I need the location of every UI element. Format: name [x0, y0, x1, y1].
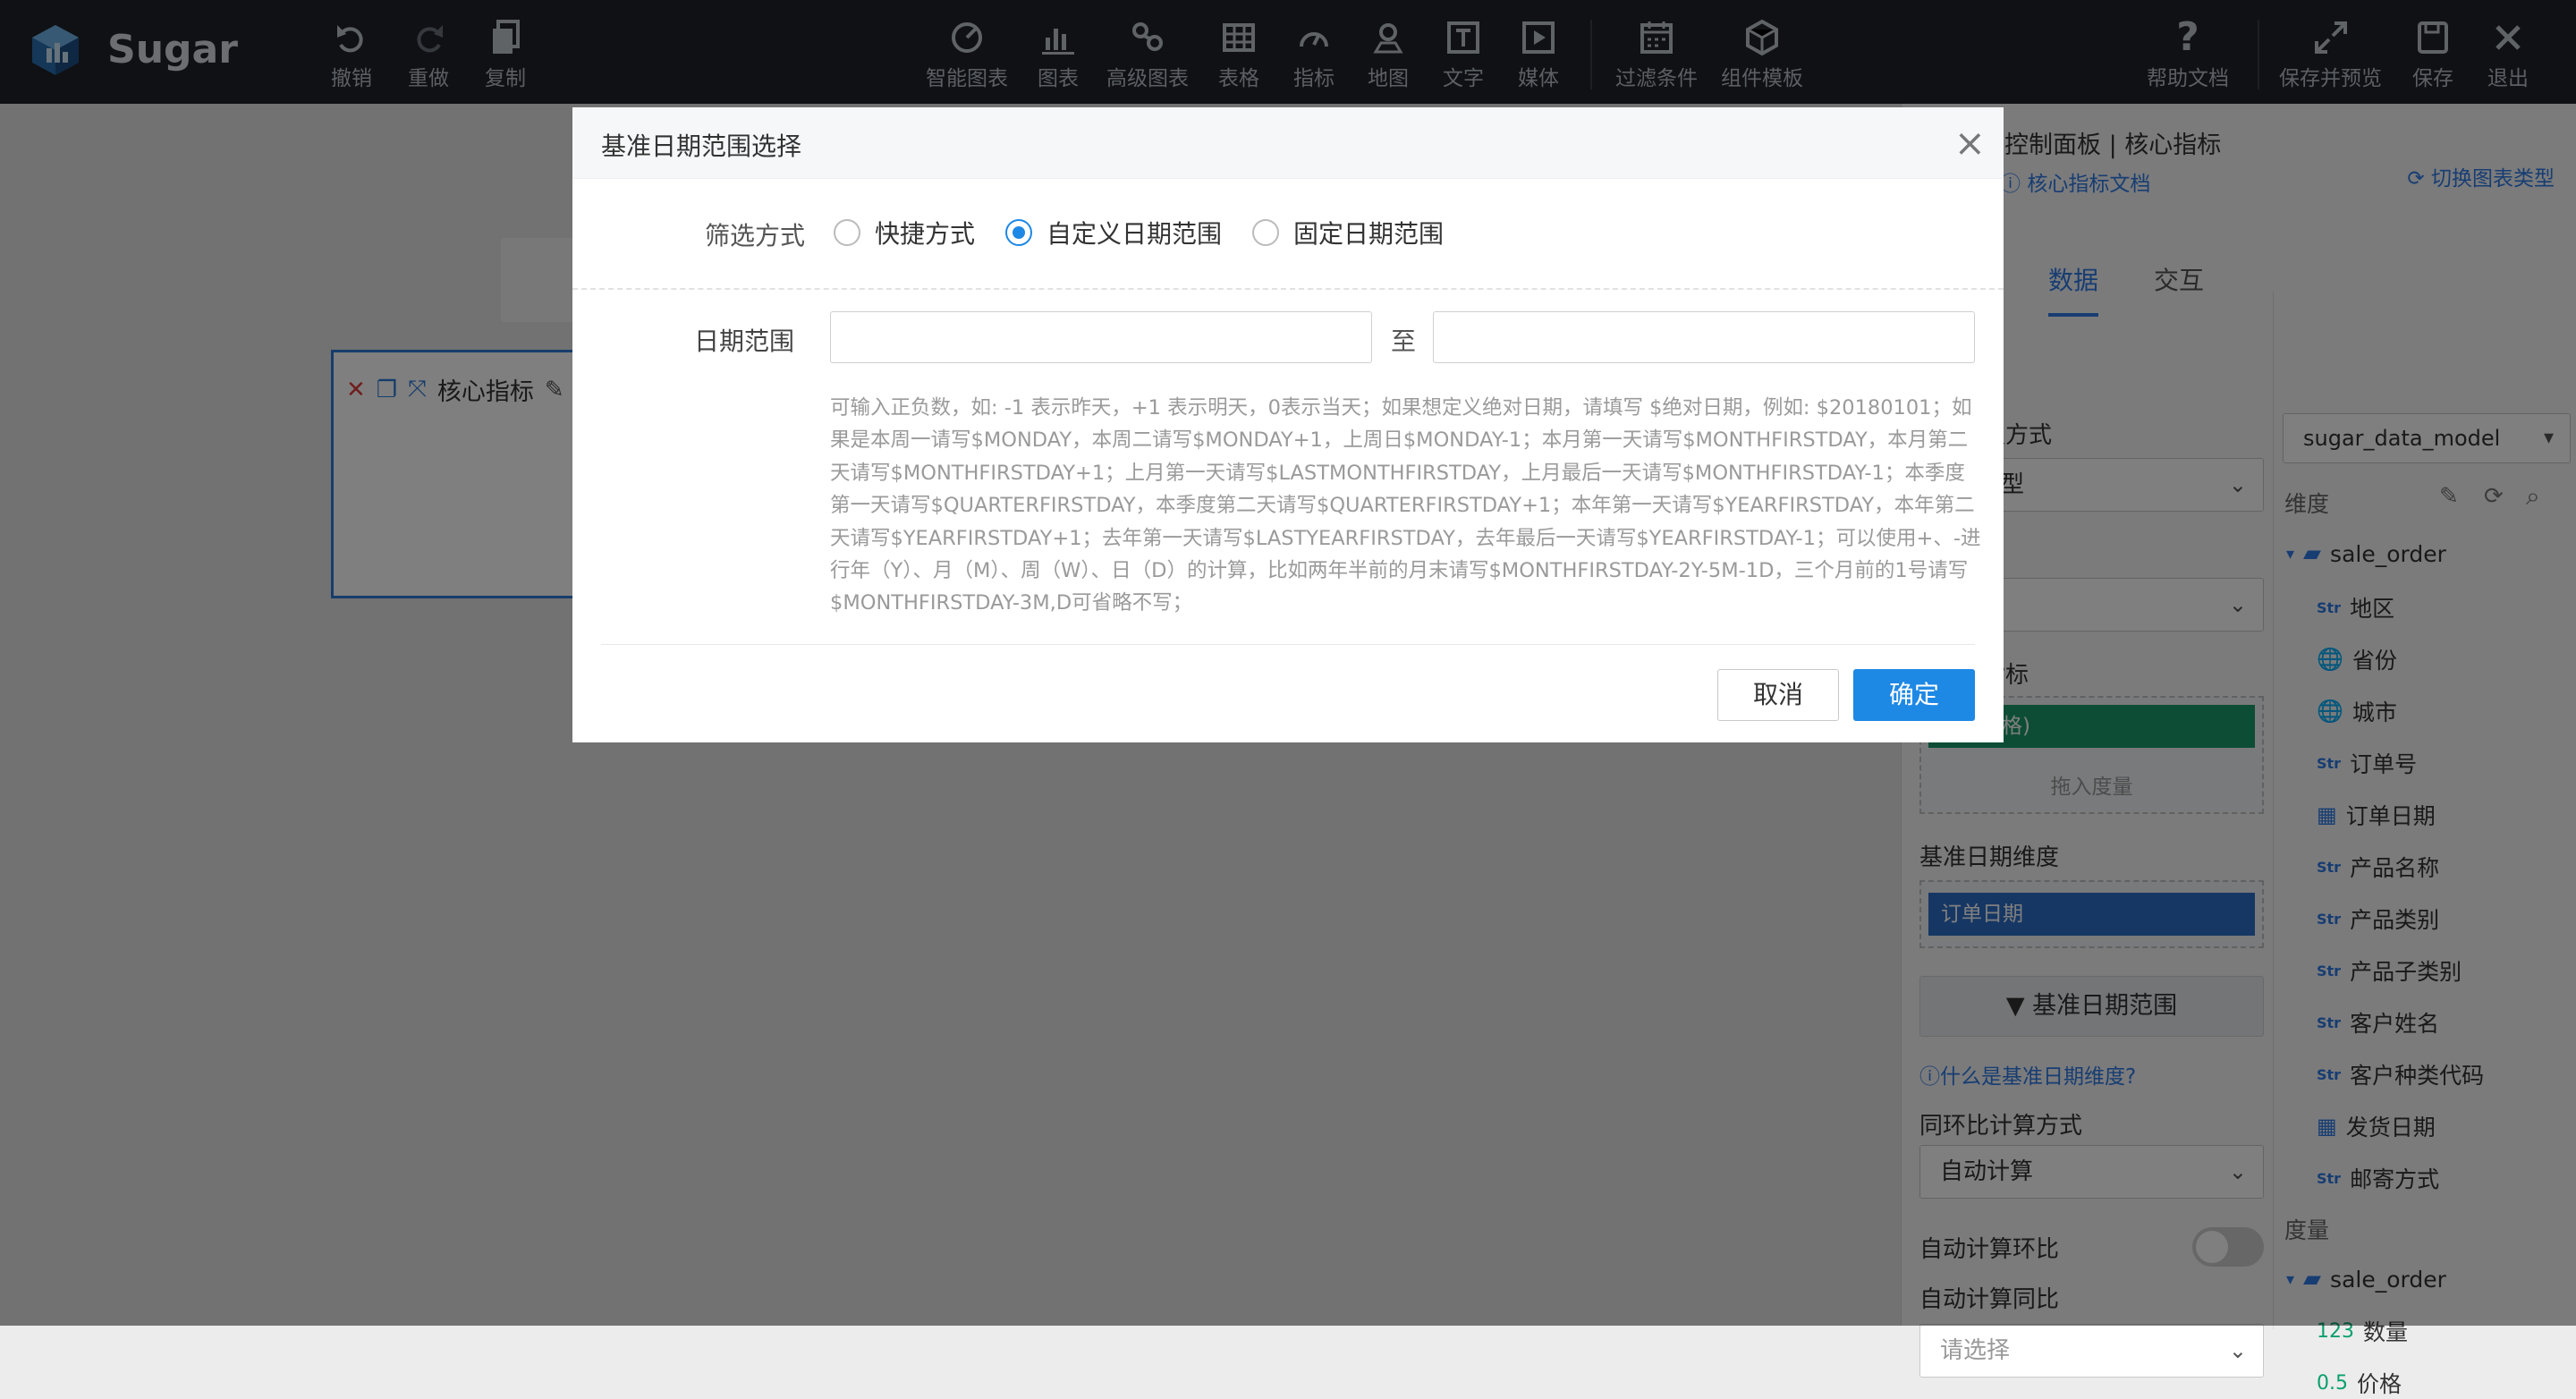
cancel-button[interactable]: 取消	[1717, 669, 1839, 721]
radio-custom-range[interactable]: 自定义日期范围	[1005, 215, 1222, 250]
footer-divider	[601, 644, 1975, 645]
radio-circle	[834, 219, 860, 246]
radio-shortcut[interactable]: 快捷方式	[834, 215, 975, 250]
radio-fixed-range[interactable]: 固定日期范围	[1252, 215, 1444, 250]
measure-item[interactable]: 0.5 价格	[2317, 1367, 2402, 1399]
radio-circle-checked	[1005, 219, 1032, 246]
date-range-label: 日期范围	[693, 326, 794, 356]
end-date-input[interactable]	[1433, 311, 1975, 363]
filter-method-label: 筛选方式	[704, 221, 805, 250]
close-icon[interactable]: ×	[1954, 118, 1986, 168]
modal-title: 基准日期范围选择	[601, 131, 802, 161]
dashed-divider	[572, 288, 2004, 290]
chevron-down-icon: ⌄	[2228, 1338, 2247, 1363]
confirm-button[interactable]: 确定	[1853, 669, 1975, 721]
measure-label: 价格	[2357, 1371, 2402, 1397]
to-separator: 至	[1391, 326, 1417, 356]
date-range-modal: 基准日期范围选择 × 筛选方式 快捷方式 自定义日期范围 固定日期范围 日期范围…	[572, 107, 2004, 742]
auto-yoy-select[interactable]: 请选择 ⌄	[1919, 1324, 2264, 1378]
start-date-input[interactable]	[830, 311, 1372, 363]
number-type-icon: 0.5	[2317, 1371, 2348, 1395]
help-text: 可输入正负数，如: -1 表示昨天，+1 表示明天，0表示当天；如果想定义绝对日…	[830, 396, 1981, 615]
radio-circle	[1252, 219, 1279, 246]
modal-header: 基准日期范围选择 ×	[572, 107, 2004, 179]
